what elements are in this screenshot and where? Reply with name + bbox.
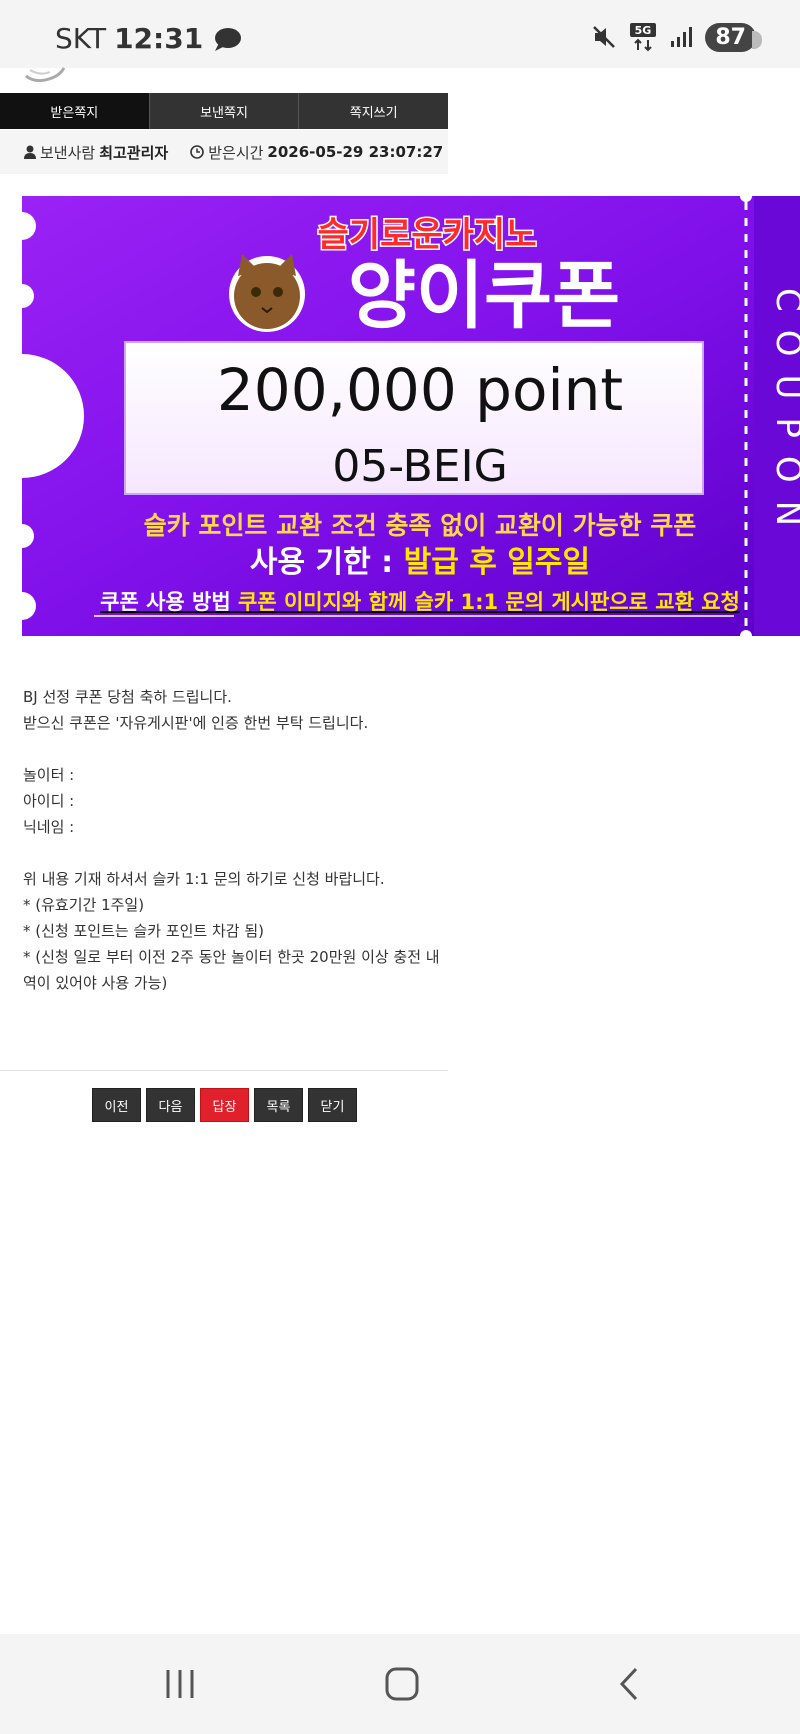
network-5g-icon: 5G: [630, 23, 657, 52]
time-label: 받은시간: [208, 143, 264, 162]
message-line: [23, 840, 443, 866]
coupon-image: COUPON 슬기로운카지노 양이쿠폰 200,000 point 05-BEI…: [22, 196, 800, 636]
coupon-usage-label: 쿠폰 사용 방법: [100, 590, 231, 614]
message-line: 아이디 :: [23, 792, 75, 810]
received-time-info: 받은시간 2026-05-29 23:07:27: [190, 142, 443, 163]
user-icon: [24, 145, 36, 159]
coupon-desc: 슬카 포인트 교환 조건 충족 없이 교환이 가능한 쿠폰: [144, 511, 697, 540]
coupon-code: 05-BEIG: [332, 441, 507, 492]
reply-button[interactable]: 답장: [200, 1088, 249, 1122]
home-icon[interactable]: [384, 1666, 420, 1702]
clock: 12:31: [114, 22, 204, 55]
network-label: 5G: [635, 24, 652, 37]
talk-notification-icon: [215, 27, 242, 51]
message-line: * (유효기간 1주일): [23, 896, 145, 914]
message-body: BJ 선정 쿠폰 당첨 축하 드립니다. 받으신 쿠폰은 '자유게시판'에 인증…: [23, 684, 443, 996]
received-time: 2026-05-29 23:07:27: [267, 143, 444, 161]
navigation-bar: [0, 1634, 800, 1734]
signal-icon: [671, 27, 693, 47]
coupon-expiry-value: 발급 후 일주일: [404, 545, 591, 580]
coupon-expiry-label: 사용 기한 :: [250, 545, 404, 580]
back-icon[interactable]: [612, 1666, 648, 1702]
message-tabs: 받은쪽지 보낸쪽지 쪽지쓰기: [0, 93, 448, 129]
message-line: 놀이터 :: [23, 766, 75, 784]
message-line: 위 내용 기재 하셔서 슬카 1:1 문의 하기로 신청 바랍니다.: [23, 870, 385, 888]
message-meta: 보낸사람 최고관리자 받은시간 2026-05-29 23:07:27: [0, 130, 448, 174]
mute-icon: [593, 26, 616, 48]
cat-icon: [229, 254, 305, 332]
recent-apps-icon[interactable]: [162, 1666, 198, 1702]
sender-info: 보낸사람 최고관리자: [24, 142, 168, 163]
clock-icon: [190, 145, 205, 159]
divider: [0, 1070, 448, 1071]
message-line: 받으신 쿠폰은 '자유게시판'에 인증 한번 부탁 드립니다.: [23, 714, 369, 732]
close-button[interactable]: 닫기: [308, 1088, 357, 1122]
coupon-expiry-line: 사용 기한 : 발급 후 일주일: [250, 545, 590, 580]
coupon-side-text: COUPON: [768, 288, 800, 544]
status-right: 5G 87: [591, 22, 762, 52]
battery-indicator: 87: [705, 22, 762, 52]
message-line: * (신청 포인트는 슬카 포인트 차감 됨): [23, 922, 265, 940]
status-left: SKT 12:31: [55, 22, 243, 55]
prev-button[interactable]: 이전: [92, 1088, 141, 1122]
list-button[interactable]: 목록: [254, 1088, 303, 1122]
coupon-usage-line: 쿠폰 사용 방법 쿠폰 이미지와 함께 슬카 1:1 문의 게시판으로 교환 요…: [100, 590, 740, 614]
tab-write[interactable]: 쪽지쓰기: [299, 93, 448, 129]
carrier-label: SKT: [55, 22, 107, 55]
status-bar: SKT 12:31 5G 87: [0, 0, 800, 68]
coupon-title: 양이쿠폰: [348, 253, 620, 339]
tab-received[interactable]: 받은쪽지: [0, 93, 150, 129]
next-button[interactable]: 다음: [146, 1088, 195, 1122]
message-line: [23, 736, 443, 762]
site-logo[interactable]: [22, 66, 68, 84]
sender-label: 보낸사람: [40, 143, 96, 162]
coupon-amount: 200,000 point: [217, 356, 623, 424]
message-line: BJ 선정 쿠폰 당첨 축하 드립니다.: [23, 688, 232, 706]
coupon-usage-value: 쿠폰 이미지와 함께 슬카 1:1 문의 게시판으로 교환 요청: [238, 590, 740, 614]
action-buttons: 이전 다음 답장 목록 닫기: [92, 1088, 357, 1122]
tab-sent[interactable]: 보낸쪽지: [150, 93, 300, 129]
message-line: 닉네임 :: [23, 818, 75, 836]
sender-name: 최고관리자: [99, 143, 169, 162]
message-line: * (신청 일로 부터 이전 2주 동안 놀이터 한곳 20만원 이상 충전 내…: [23, 948, 440, 992]
coupon-brand: 슬기로운카지노: [318, 215, 537, 255]
